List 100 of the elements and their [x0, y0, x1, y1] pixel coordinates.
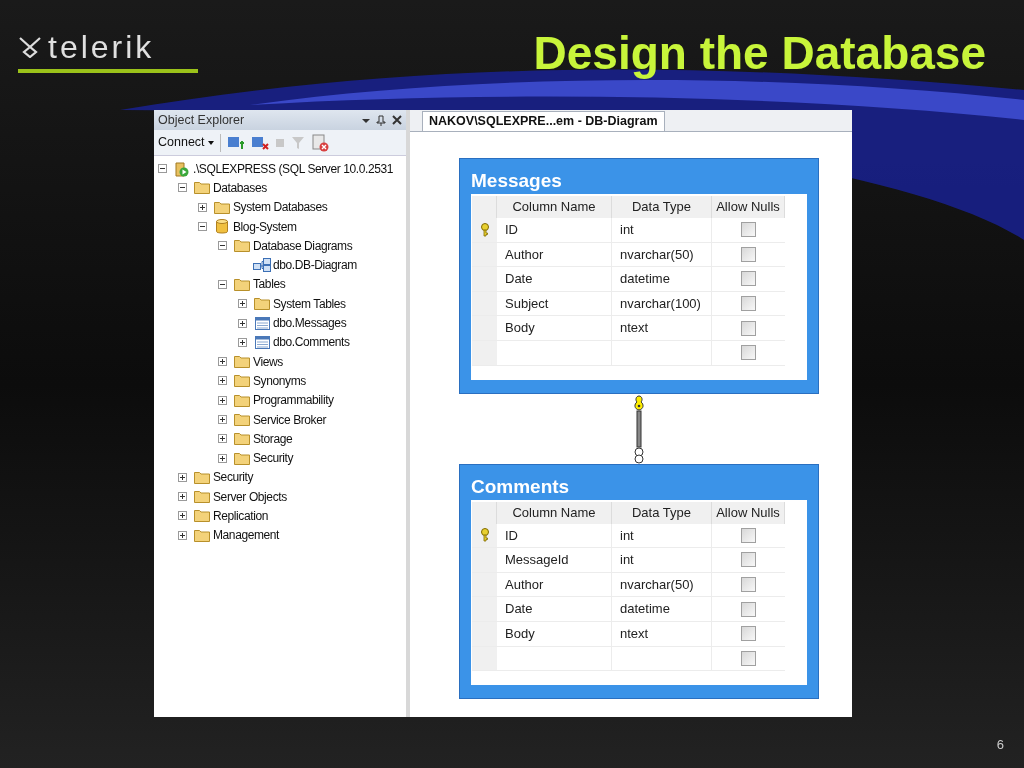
tree-item[interactable]: System Tables	[273, 294, 346, 313]
checkbox[interactable]	[741, 650, 756, 666]
tree-item[interactable]: Database Diagrams	[253, 236, 353, 255]
folder-icon	[234, 432, 250, 446]
collapse-icon[interactable]	[158, 164, 167, 174]
column-header: Data Type	[612, 196, 712, 218]
folder-icon	[234, 355, 250, 369]
table-title: Comments	[471, 474, 571, 499]
folder-icon	[214, 200, 230, 214]
collapse-icon[interactable]	[198, 222, 207, 232]
expand-icon[interactable]	[238, 337, 247, 347]
expand-icon[interactable]	[218, 434, 227, 444]
expand-icon[interactable]	[218, 453, 227, 463]
collapse-icon[interactable]	[218, 241, 227, 251]
diagram-icon	[253, 258, 271, 273]
panel-title: Object Explorer	[158, 111, 245, 129]
table-cell: Date	[497, 267, 612, 291]
tree-item[interactable]: Synonyms	[253, 371, 306, 390]
tree-item[interactable]: Security	[213, 468, 254, 487]
dropdown-icon[interactable]	[362, 116, 370, 124]
table-cell: MessageId	[497, 548, 612, 572]
document-tab[interactable]: NAKOV\SQLEXPRE...em - DB-Diagram	[422, 111, 665, 131]
tree-item[interactable]: System Databases	[233, 198, 328, 217]
tree-item[interactable]: dbo.Messages	[273, 314, 347, 332]
expand-icon[interactable]	[178, 511, 187, 521]
folder-icon	[194, 470, 210, 484]
tree-item[interactable]: dbo.Comments	[273, 333, 350, 352]
collapse-icon[interactable]	[218, 279, 227, 289]
folder-icon	[194, 509, 210, 523]
expand-icon[interactable]	[178, 472, 187, 482]
tree-item[interactable]: Replication	[213, 507, 268, 525]
table-card[interactable]: Comments Column Name Data Type Allow Nulls ID int MessageId int Author nvarchar(50) Date datetime Body ntext	[459, 463, 819, 700]
key-icon	[479, 222, 490, 237]
checkbox[interactable]	[741, 345, 756, 361]
connect-icon[interactable]	[226, 134, 245, 151]
table-cell: ID	[497, 218, 612, 242]
table-cell: ntext	[612, 316, 712, 340]
expand-icon[interactable]	[218, 357, 227, 367]
close-icon[interactable]	[392, 115, 402, 125]
expand-icon[interactable]	[178, 492, 187, 502]
pin-icon[interactable]	[376, 114, 386, 126]
checkbox[interactable]	[741, 222, 756, 238]
table-icon	[254, 316, 270, 330]
tree-item[interactable]: Management	[213, 526, 280, 545]
table-cell: datetime	[612, 267, 712, 291]
disconnect-icon[interactable]	[250, 134, 269, 151]
row-selector[interactable]	[472, 218, 497, 242]
table-cell: int	[612, 523, 712, 548]
table-cell: nvarchar(100)	[612, 291, 712, 316]
expand-icon[interactable]	[218, 395, 227, 405]
tree-item[interactable]: Security	[253, 449, 294, 468]
column-header: Data Type	[612, 501, 712, 524]
checkbox[interactable]	[741, 271, 756, 287]
folder-icon	[194, 490, 210, 504]
expand-icon[interactable]	[218, 376, 227, 386]
column-header: Allow Nulls	[712, 196, 785, 218]
expand-icon[interactable]	[238, 299, 247, 309]
expand-icon[interactable]	[178, 530, 187, 540]
expand-icon[interactable]	[238, 318, 247, 328]
expand-icon[interactable]	[218, 415, 227, 424]
tree-item[interactable]: Storage	[253, 429, 293, 448]
tree-item[interactable]: Programmability	[253, 391, 334, 410]
tree-item[interactable]: Blog-System	[233, 217, 297, 236]
checkbox[interactable]	[741, 320, 756, 336]
tree-item[interactable]: dbo.DB-Diagram	[273, 256, 357, 275]
script-icon[interactable]	[310, 133, 329, 152]
table-cell: Body	[497, 316, 612, 340]
table-cell: ntext	[612, 621, 712, 646]
tree-item[interactable]: Service Broker	[253, 410, 327, 429]
logo-icon	[18, 36, 42, 58]
database-icon	[216, 219, 228, 235]
row-selector[interactable]	[472, 523, 497, 548]
checkbox[interactable]	[741, 552, 756, 568]
logo-text: telerik	[48, 30, 155, 64]
caret-icon	[207, 140, 214, 145]
checkbox[interactable]	[741, 527, 756, 543]
table-cell: int	[612, 548, 712, 572]
tree-item[interactable]: Tables	[253, 275, 286, 294]
table-cell: ID	[497, 523, 612, 548]
folder-icon	[234, 374, 250, 388]
checkbox[interactable]	[741, 601, 756, 617]
checkbox[interactable]	[741, 577, 756, 593]
column-header: Column Name	[497, 196, 612, 218]
checkbox[interactable]	[741, 246, 756, 262]
checkbox[interactable]	[741, 296, 756, 312]
table-card[interactable]: Messages Column Name Data Type Allow Nulls ID int Author nvarchar(50) Date datetime Subject nvarchar(100) Body ntext	[459, 158, 819, 394]
folder-icon	[234, 413, 250, 426]
tree-item[interactable]: Databases	[213, 178, 267, 197]
table-cell: Body	[497, 621, 612, 646]
tree-item[interactable]: Views	[253, 352, 283, 371]
tree-item[interactable]: Server Objects	[213, 487, 287, 506]
expand-icon[interactable]	[198, 202, 207, 212]
slide-title: Design the Database	[533, 26, 987, 80]
tree-item[interactable]: .\SQLEXPRESS (SQL Server 10.0.2531	[193, 159, 394, 178]
relationship-connector[interactable]	[632, 393, 646, 464]
table-cell: datetime	[612, 597, 712, 621]
connect-button[interactable]: Connect	[158, 133, 214, 152]
collapse-icon[interactable]	[178, 183, 187, 193]
page-number: 6	[996, 735, 1004, 754]
checkbox[interactable]	[741, 626, 756, 642]
